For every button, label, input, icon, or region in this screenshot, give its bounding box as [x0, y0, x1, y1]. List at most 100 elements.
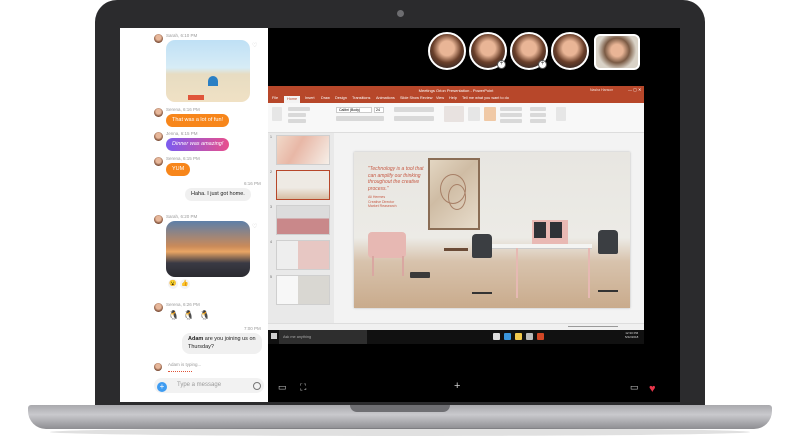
- heart-icon[interactable]: ♡: [252, 42, 257, 49]
- participant-avatar[interactable]: [551, 32, 589, 70]
- taskbar-clock[interactable]: 12:30 PM 5/22/2018: [625, 331, 638, 339]
- typing-indicator: Adam is typing...: [168, 362, 202, 367]
- edge-icon[interactable]: [504, 333, 511, 340]
- chair-leg: [402, 256, 404, 276]
- tab-transitions[interactable]: Transitions: [352, 96, 370, 100]
- store-icon[interactable]: [526, 333, 533, 340]
- slide-quote[interactable]: "Technology is a tool that can amplify o…: [368, 166, 430, 192]
- window-controls-icon[interactable]: — ▢ ✕: [628, 87, 641, 92]
- ppt-title-bar: Meetings Orion Presentation - PowerPoint: [268, 86, 644, 95]
- tab-animations[interactable]: Animations: [376, 96, 395, 100]
- chat-panel: Sarah, 6:10 PM ♡ Serena, 6:16 PM That wa…: [120, 28, 268, 402]
- shapes-gallery[interactable]: [444, 106, 464, 122]
- desk-leg: [516, 248, 518, 298]
- dictate-icon[interactable]: [556, 107, 566, 121]
- paste-icon[interactable]: [272, 107, 282, 121]
- thumb-number: 2: [270, 170, 272, 174]
- slide-thumbnail-selected[interactable]: [276, 170, 330, 200]
- message-bubble[interactable]: Haha. I just got home.: [185, 188, 251, 201]
- ppt-user-name[interactable]: Nasha Hanson: [590, 88, 613, 92]
- select-button[interactable]: [530, 119, 546, 123]
- font-size-select[interactable]: 24: [374, 107, 384, 113]
- screen-share-icon[interactable]: ▭: [630, 382, 639, 393]
- monitor: [534, 222, 546, 238]
- heart-icon[interactable]: ♡: [252, 223, 257, 230]
- desk-leg: [588, 248, 590, 298]
- layout-button[interactable]: [288, 113, 306, 117]
- art-stroke: [448, 184, 466, 210]
- tab-insert[interactable]: Insert: [305, 96, 315, 100]
- message-input[interactable]: Type a message: [177, 382, 221, 388]
- penguin-sticker[interactable]: 🐧: [168, 310, 179, 321]
- participant-avatar[interactable]: [428, 32, 466, 70]
- reaction-badge[interactable]: 👍: [180, 279, 190, 289]
- add-attachment-button[interactable]: +: [157, 382, 167, 392]
- towel-shape: [188, 95, 204, 100]
- font-name-select[interactable]: Calibri (Body): [336, 107, 372, 113]
- message-meta: Jenna, 6:15 PM: [166, 131, 198, 136]
- tab-file[interactable]: File: [272, 96, 278, 100]
- slide-thumbnail[interactable]: [276, 240, 330, 270]
- participant-badge: +: [538, 60, 547, 69]
- heart-reaction-icon[interactable]: ♥: [649, 383, 656, 395]
- zoom-slider[interactable]: [568, 326, 618, 327]
- tab-view[interactable]: View: [436, 96, 444, 100]
- side-table: [444, 248, 468, 251]
- chat-toggle-icon[interactable]: ▭: [278, 382, 287, 393]
- shape-fill-button[interactable]: [500, 107, 522, 111]
- chair-base: [598, 290, 618, 292]
- file-explorer-icon[interactable]: [515, 333, 522, 340]
- message-bubble[interactable]: Adam are you joining us on Thursday?: [182, 333, 262, 354]
- replace-button[interactable]: [530, 113, 546, 117]
- typing-squiggle: [168, 369, 192, 372]
- powerpoint-taskbar-icon[interactable]: [537, 333, 544, 340]
- message-bubble[interactable]: Dinner was amazing!: [166, 138, 230, 151]
- reset-button[interactable]: [288, 119, 306, 123]
- slide-credit[interactable]: Ali Hermes Creative Director Market Reas…: [368, 195, 408, 209]
- slide-canvas[interactable]: "Technology is a tool that can amplify o…: [354, 152, 630, 308]
- thumb-number: 5: [270, 275, 272, 279]
- tab-help[interactable]: Help: [449, 96, 457, 100]
- taskbar-search[interactable]: Ask me anything: [279, 330, 367, 344]
- webcam-icon: [397, 10, 404, 17]
- windows-start-icon[interactable]: [271, 333, 277, 339]
- paragraph-buttons[interactable]: [394, 107, 434, 112]
- slide-thumbnail[interactable]: [276, 205, 330, 235]
- shape-outline-button[interactable]: [500, 113, 522, 117]
- task-view-icon[interactable]: [493, 333, 500, 340]
- font-format-buttons[interactable]: [336, 116, 384, 121]
- slide-thumbnail[interactable]: [276, 275, 330, 305]
- laptop-notch: [350, 405, 450, 412]
- tab-design[interactable]: Design: [335, 96, 347, 100]
- screenshot-icon[interactable]: ⛶: [300, 382, 306, 393]
- quick-styles-icon[interactable]: [484, 107, 496, 121]
- arrange-icon[interactable]: [468, 107, 480, 121]
- tab-home[interactable]: Home: [284, 96, 301, 103]
- self-video-tile[interactable]: [594, 34, 640, 70]
- shape-effects-button[interactable]: [500, 119, 522, 123]
- tab-review[interactable]: Review: [420, 96, 432, 100]
- avatar: [154, 34, 163, 43]
- reaction-badge[interactable]: 😮: [168, 279, 178, 289]
- message-bubble[interactable]: YUM: [166, 163, 191, 176]
- sunset-photo[interactable]: [166, 221, 250, 277]
- message-meta: Sarah, 6:10 PM: [166, 33, 198, 38]
- emoji-icon[interactable]: [253, 382, 261, 390]
- penguin-sticker[interactable]: 🐧: [199, 310, 210, 321]
- slide-thumbnail[interactable]: [276, 135, 330, 165]
- new-slide-button[interactable]: [288, 107, 310, 111]
- tab-draw[interactable]: Draw: [321, 96, 330, 100]
- find-button[interactable]: [530, 107, 546, 111]
- tab-slide-show[interactable]: Slide Show: [400, 96, 419, 100]
- add-participant-icon[interactable]: +: [454, 380, 460, 392]
- message-bubble[interactable]: That was a lot of fun!: [166, 114, 230, 127]
- alignment-buttons[interactable]: [394, 116, 434, 121]
- call-view: + + Meetings Orion Presentation - PowerP…: [268, 28, 680, 402]
- penguin-sticker[interactable]: 🐧: [183, 310, 194, 321]
- participant-badge: +: [497, 60, 506, 69]
- beach-photo[interactable]: [166, 40, 250, 102]
- tell-me-search[interactable]: Tell me what you want to do: [462, 96, 509, 100]
- message-meta: 7:00 PM: [244, 326, 261, 331]
- thumb-number: 4: [270, 240, 272, 244]
- avatar: [154, 108, 163, 117]
